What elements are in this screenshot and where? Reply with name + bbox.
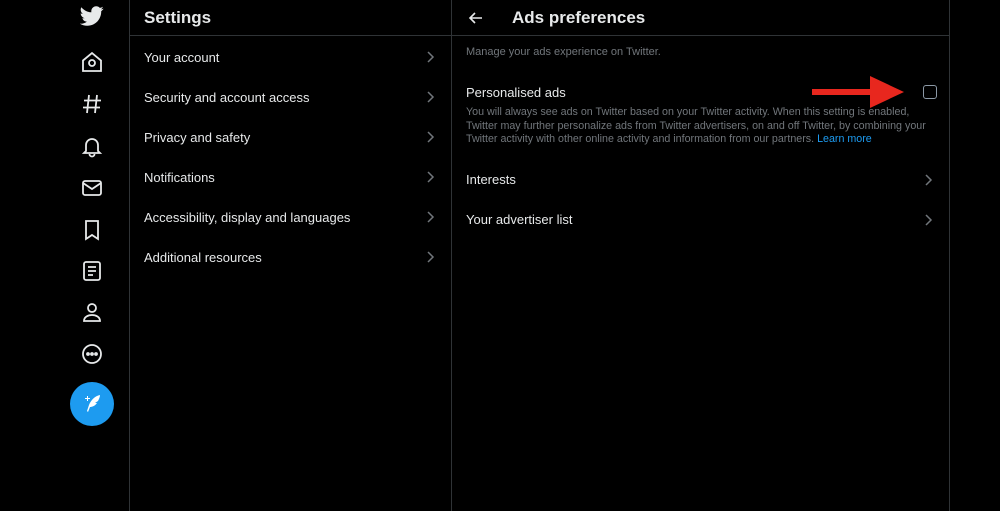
chevron-right-icon (921, 213, 935, 227)
settings-item-label: Notifications (144, 169, 215, 185)
messages-mail-icon[interactable] (78, 174, 106, 202)
compose-tweet-icon (85, 395, 100, 412)
primary-nav (0, 0, 129, 511)
back-arrow-icon[interactable] (466, 8, 486, 28)
settings-item-notifications[interactable]: Notifications (130, 157, 451, 197)
settings-item-additional-resources[interactable]: Additional resources (130, 237, 451, 277)
settings-item-label: Accessibility, display and languages (144, 209, 351, 225)
lists-icon[interactable] (78, 257, 106, 285)
ads-header: Ads preferences (452, 0, 949, 36)
settings-item-label: Security and account access (144, 89, 310, 105)
chevron-right-icon (423, 250, 437, 264)
chevron-right-icon (921, 173, 935, 187)
settings-item-label: Privacy and safety (144, 129, 251, 145)
personalised-ads-description: You will always see ads on Twitter based… (452, 106, 949, 147)
settings-list: Your account Security and account access… (130, 37, 451, 277)
chevron-right-icon (423, 170, 437, 184)
chevron-right-icon (423, 90, 437, 104)
settings-column: Settings Your account Security and accou… (129, 0, 452, 511)
settings-item-label: Your account (144, 49, 220, 65)
learn-more-link[interactable]: Learn more (817, 133, 872, 145)
settings-item-security[interactable]: Security and account access (130, 77, 451, 117)
twitter-logo-icon[interactable] (78, 2, 106, 30)
ads-item-advertiser-list[interactable]: Your advertiser list (452, 200, 949, 240)
settings-item-privacy[interactable]: Privacy and safety (130, 117, 451, 157)
compose-tweet-button[interactable] (70, 382, 114, 426)
explore-hashtag-icon[interactable] (78, 90, 106, 118)
personalised-ads-label: Personalised ads (466, 84, 566, 100)
chevron-right-icon (423, 50, 437, 64)
settings-item-label: Additional resources (144, 249, 262, 265)
chevron-right-icon (423, 210, 437, 224)
more-icon[interactable] (78, 340, 106, 368)
ads-item-label: Your advertiser list (466, 212, 573, 227)
notifications-bell-icon[interactable] (78, 132, 106, 160)
settings-title: Settings (144, 7, 212, 27)
ads-items-list: Interests Your advertiser list (452, 160, 949, 240)
home-icon[interactable] (78, 48, 106, 76)
settings-header: Settings (130, 0, 451, 36)
annotation-arrow-icon (812, 76, 904, 108)
ads-item-label: Interests (466, 172, 516, 187)
bookmarks-icon[interactable] (78, 216, 106, 244)
settings-item-your-account[interactable]: Your account (130, 37, 451, 77)
profile-icon[interactable] (78, 298, 106, 326)
settings-item-accessibility[interactable]: Accessibility, display and languages (130, 197, 451, 237)
ads-title: Ads preferences (512, 7, 646, 27)
ads-item-interests[interactable]: Interests (452, 160, 949, 200)
ads-description: Manage your ads experience on Twitter. (466, 46, 661, 58)
personalised-ads-checkbox[interactable] (923, 85, 937, 99)
chevron-right-icon (423, 130, 437, 144)
